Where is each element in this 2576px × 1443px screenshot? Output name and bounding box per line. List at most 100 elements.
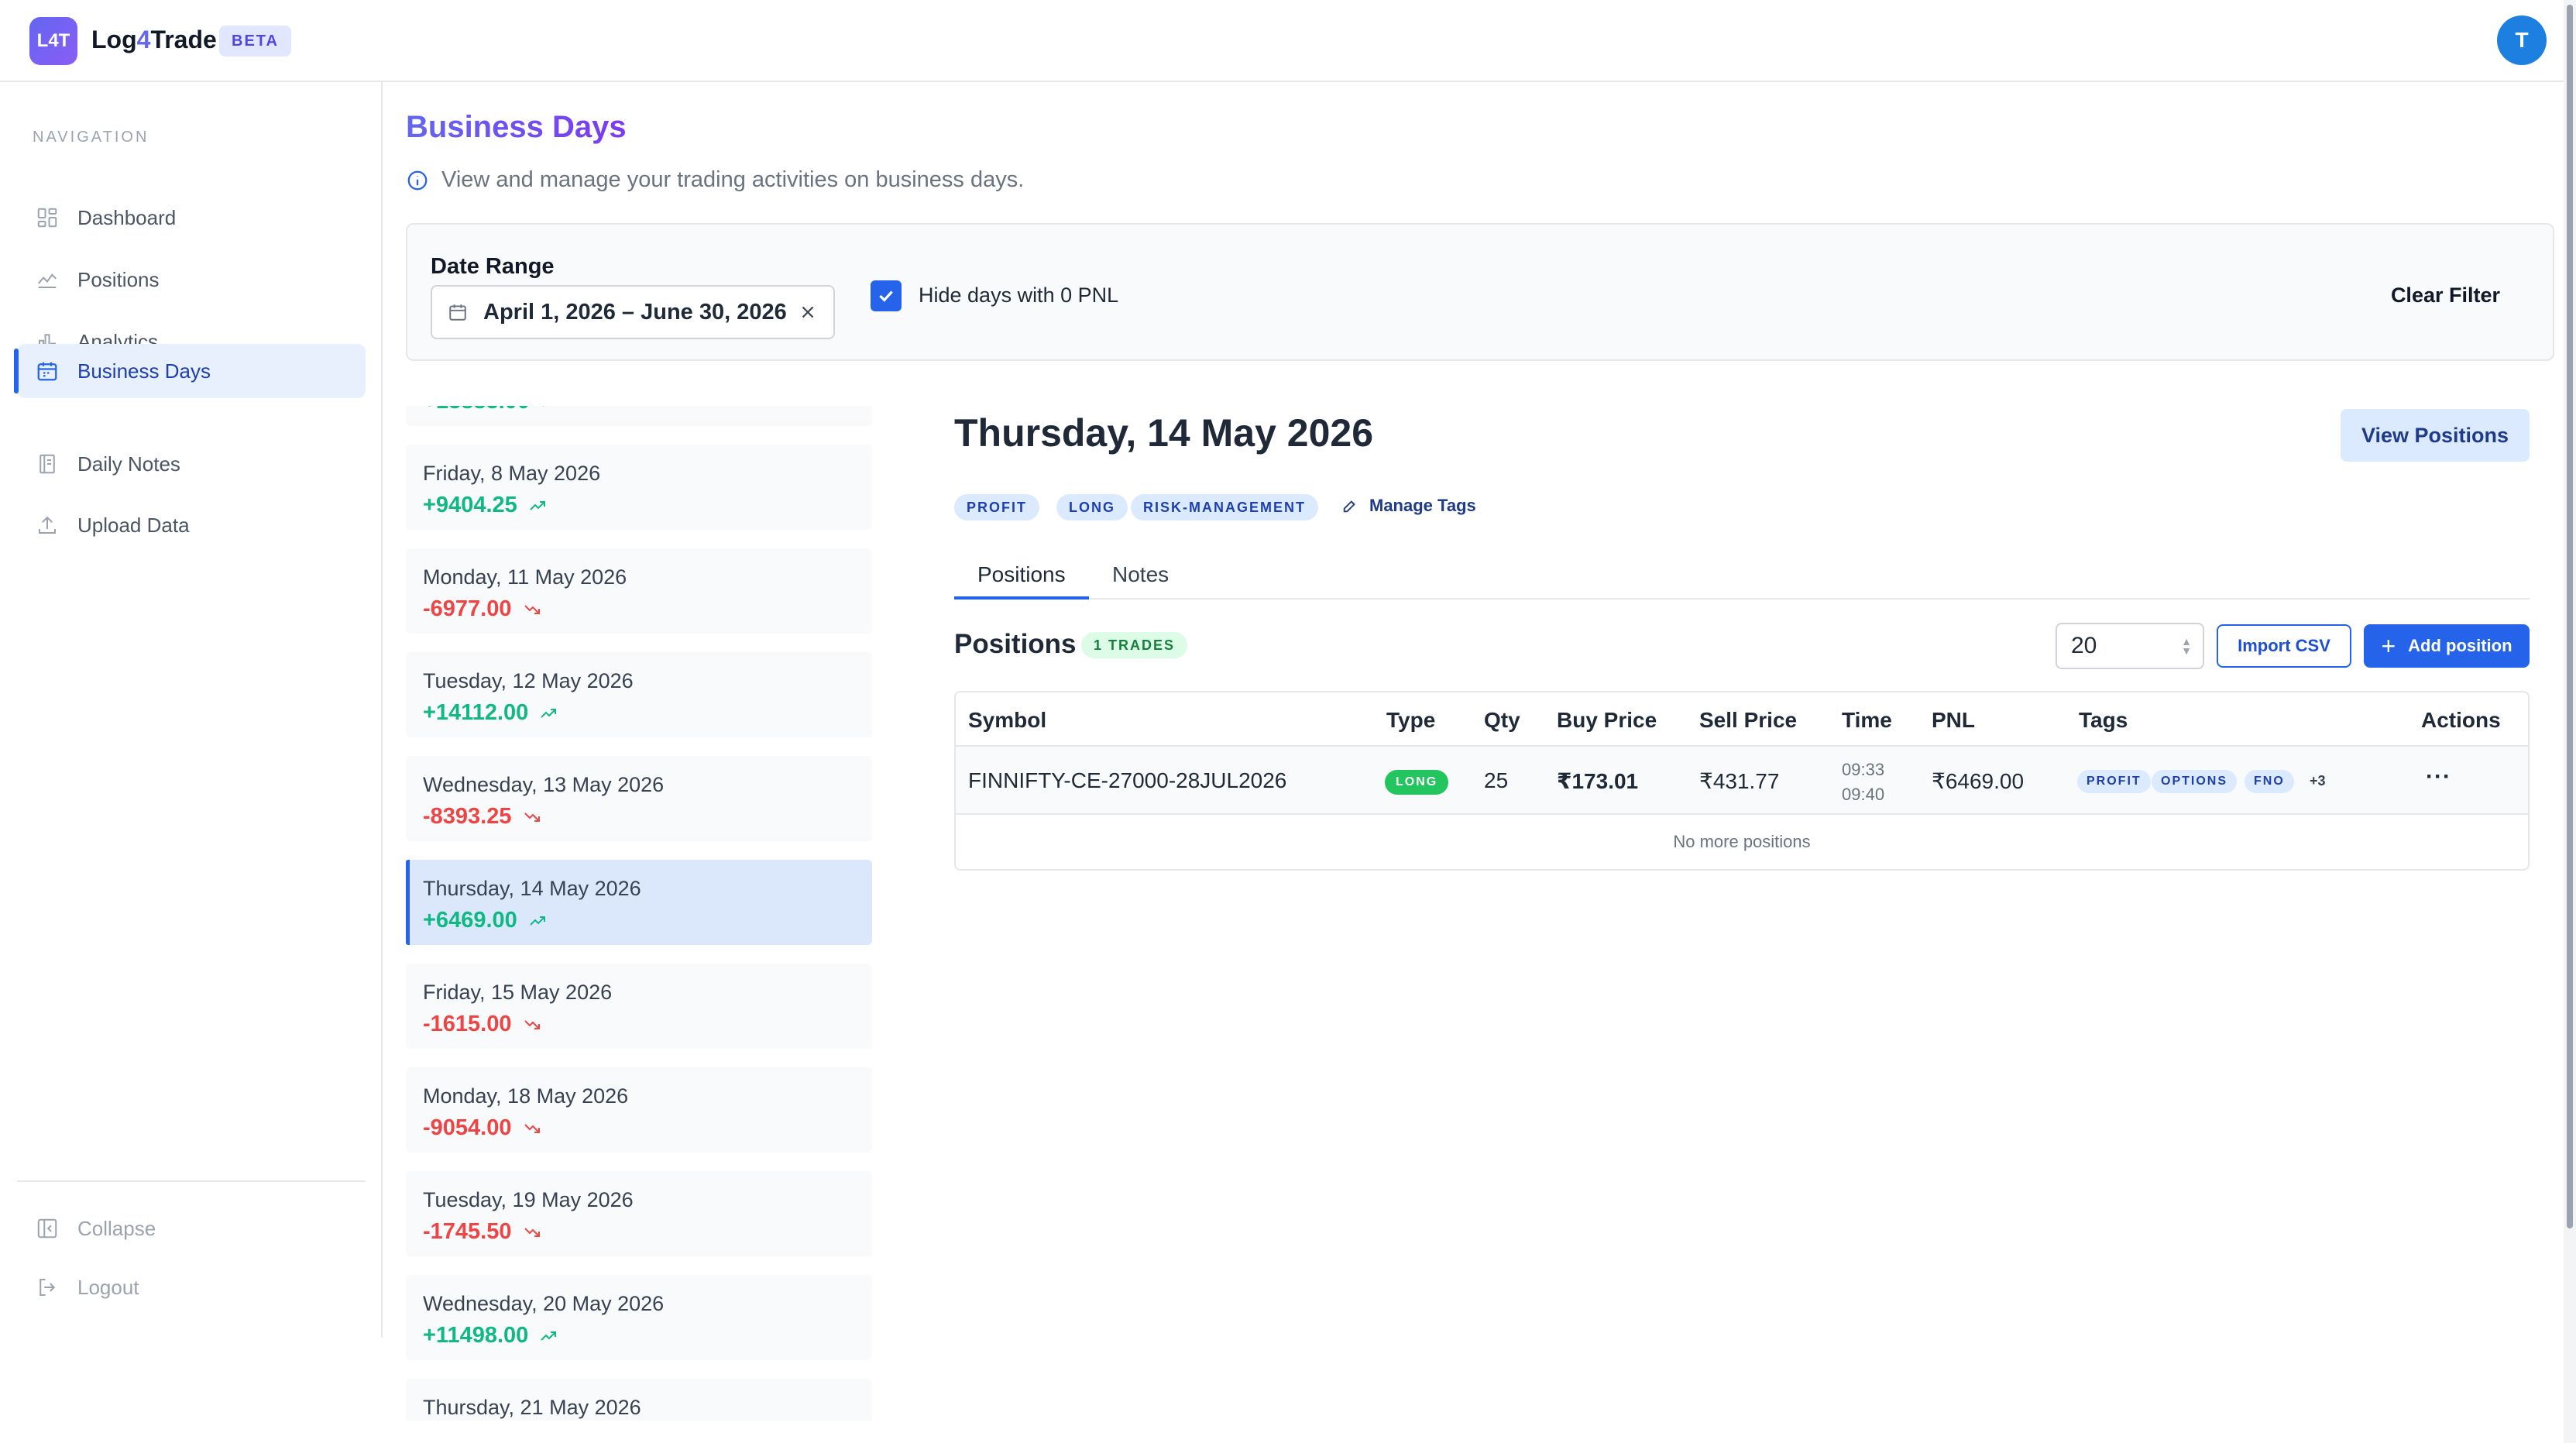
sidebar-item-dashboard[interactable]: Dashboard xyxy=(17,191,366,245)
row-tag-options: OPTIONS xyxy=(2152,770,2238,793)
business-day-card[interactable]: Thursday, 14 May 2026 +6469.00 xyxy=(406,860,872,945)
edit-icon xyxy=(1343,500,1355,513)
upload-icon xyxy=(34,512,60,538)
cell-buy-price: ₹173.01 xyxy=(1557,769,1639,793)
trending-up-icon xyxy=(541,708,557,718)
view-positions-button[interactable]: View Positions xyxy=(2341,409,2530,462)
day-date: Tuesday, 19 May 2026 xyxy=(423,1188,634,1211)
day-pnl: -6977.00 xyxy=(423,596,541,622)
page-size-value: 20 xyxy=(2071,633,2097,658)
day-pnl-value: +11498.00 xyxy=(423,1323,529,1348)
business-day-card[interactable]: Friday, 8 May 2026 +9404.25 xyxy=(406,445,872,530)
day-date: Monday, 11 May 2026 xyxy=(423,565,627,589)
trades-count-badge: 1 TRADES xyxy=(1081,632,1188,658)
active-tab-indicator xyxy=(954,596,1089,600)
plus-icon: + xyxy=(2381,631,2396,660)
col-header-sell-price[interactable]: Sell Price xyxy=(1699,708,1797,733)
business-day-card[interactable]: Friday, 15 May 2026 -1615.00 xyxy=(406,964,872,1049)
sidebar-item-business-days[interactable]: Business Days xyxy=(14,344,366,398)
sidebar-item-label: Positions xyxy=(77,267,160,291)
col-header-qty[interactable]: Qty xyxy=(1484,708,1520,733)
tab-positions[interactable]: Positions xyxy=(977,562,1066,587)
clear-filter-button[interactable]: Clear Filter xyxy=(2391,283,2500,307)
business-day-card[interactable]: Monday, 18 May 2026 -9054.00 xyxy=(406,1067,872,1153)
page-size-select[interactable]: 20 ▲ ▼ xyxy=(2056,623,2204,669)
business-day-card[interactable]: Monday, 11 May 2026 -6977.00 xyxy=(406,548,872,634)
sidebar-item-daily-notes[interactable]: Daily Notes xyxy=(17,437,366,491)
time-in: 09:33 xyxy=(1842,760,1885,779)
import-csv-button[interactable]: Import CSV xyxy=(2217,624,2351,668)
logout-icon xyxy=(34,1274,60,1300)
business-day-card[interactable]: Thursday, 21 May 2026 xyxy=(406,1379,872,1421)
sidebar-item-label: Dashboard xyxy=(77,205,177,229)
hide-zero-pnl-label[interactable]: Hide days with 0 PNL xyxy=(919,283,1118,307)
clear-date-icon[interactable] xyxy=(798,302,818,322)
day-pnl: +11498.00 xyxy=(423,1323,558,1349)
spinner-arrows-icon: ▲ ▼ xyxy=(2181,635,2192,657)
dashboard-icon xyxy=(34,204,60,231)
cell-sell-price: ₹431.77 xyxy=(1699,769,1780,793)
sidebar-item-label: Upload Data xyxy=(77,513,190,537)
col-header-tags[interactable]: Tags xyxy=(2079,708,2128,733)
table-row[interactable]: FINNIFTY-CE-27000-28JUL2026 LONG 25 ₹173… xyxy=(956,745,2528,815)
sidebar-item-upload-data[interactable]: Upload Data xyxy=(17,498,366,552)
day-date: Thursday, 14 May 2026 xyxy=(423,877,641,900)
col-header-actions: Actions xyxy=(2421,708,2501,732)
manage-tags-label: Manage Tags xyxy=(1369,496,1476,515)
trending-up-icon xyxy=(530,916,545,926)
day-date: Friday, 8 May 2026 xyxy=(423,462,601,485)
day-tag-profit: PROFIT xyxy=(954,494,1039,521)
calendar-icon xyxy=(448,302,468,322)
col-header-symbol[interactable]: Symbol xyxy=(968,708,1046,733)
business-day-card[interactable]: Tuesday, 19 May 2026 -1745.50 xyxy=(406,1171,872,1256)
business-day-card[interactable]: Tuesday, 12 May 2026 +14112.00 xyxy=(406,652,872,737)
app-brand[interactable]: Log4Trade xyxy=(91,26,217,54)
business-day-card[interactable]: Wednesday, 13 May 2026 -8393.25 xyxy=(406,756,872,841)
col-header-type[interactable]: Type xyxy=(1386,708,1435,733)
scrollbar-thumb[interactable] xyxy=(2567,5,2573,1228)
collapse-label: Collapse xyxy=(77,1216,156,1240)
business-day-list[interactable]: Thursday, 7 May 2026+13883.00 Friday, 8 M… xyxy=(406,406,874,1421)
day-tag-risk-management: RISK-MANAGEMENT xyxy=(1131,494,1318,521)
col-header-time[interactable]: Time xyxy=(1842,708,1892,733)
day-date: Tuesday, 12 May 2026 xyxy=(423,669,634,692)
day-date: Wednesday, 20 May 2026 xyxy=(423,1292,665,1315)
user-avatar[interactable]: T xyxy=(2497,15,2547,65)
day-pnl-value: +6469.00 xyxy=(423,908,517,933)
logout-button[interactable]: Logout xyxy=(17,1264,366,1311)
add-position-label: Add position xyxy=(2408,636,2512,655)
collapse-button[interactable]: Collapse xyxy=(17,1205,366,1252)
more-tags-count[interactable]: +3 xyxy=(2310,773,2326,789)
page-title: Business Days xyxy=(406,110,627,144)
beta-badge: BETA xyxy=(219,26,291,57)
selected-day-title: Thursday, 14 May 2026 xyxy=(954,411,1374,455)
sidebar-item-positions[interactable]: Positions xyxy=(17,253,366,307)
trending-down-icon xyxy=(524,1019,540,1029)
date-range-picker[interactable]: April 1, 2026 – June 30, 2026 xyxy=(431,285,835,339)
day-pnl-value: -1745.50 xyxy=(423,1219,512,1244)
top-header: L4T Log4Trade BETA T xyxy=(0,0,2564,82)
nav-divider xyxy=(17,1180,366,1182)
hide-zero-pnl-checkbox[interactable] xyxy=(871,280,902,311)
brand-prefix: Log xyxy=(91,26,137,53)
day-pnl: +6469.00 xyxy=(423,908,547,933)
app-logo[interactable]: L4T xyxy=(29,17,77,65)
type-badge: LONG xyxy=(1385,770,1449,795)
add-position-button[interactable]: + Add position xyxy=(2364,624,2530,668)
col-header-pnl[interactable]: PNL xyxy=(1932,708,1975,733)
brand-four: 4 xyxy=(136,26,151,53)
positions-table: Symbol Type Qty Buy Price Sell Price Tim… xyxy=(954,691,2530,871)
trending-up-icon xyxy=(530,500,545,510)
col-header-buy-price[interactable]: Buy Price xyxy=(1557,708,1657,733)
day-pnl: -9054.00 xyxy=(423,1115,541,1141)
row-actions-menu-icon[interactable]: ··· xyxy=(2426,764,2451,790)
business-day-card[interactable]: Wednesday, 20 May 2026 +11498.00 xyxy=(406,1275,872,1360)
day-pnl: -1745.50 xyxy=(423,1219,541,1245)
tab-notes[interactable]: Notes xyxy=(1112,562,1169,587)
detail-tabs: Positions Notes xyxy=(954,558,2530,600)
manage-tags-button[interactable]: Manage Tags xyxy=(1341,496,1476,516)
day-date: Thursday, 21 May 2026 xyxy=(423,1396,641,1419)
page-scrollbar[interactable] xyxy=(2564,0,2576,1443)
business-day-card[interactable]: Thursday, 7 May 2026+13883.00 xyxy=(406,406,872,426)
date-range-value: April 1, 2026 – June 30, 2026 xyxy=(483,299,787,325)
